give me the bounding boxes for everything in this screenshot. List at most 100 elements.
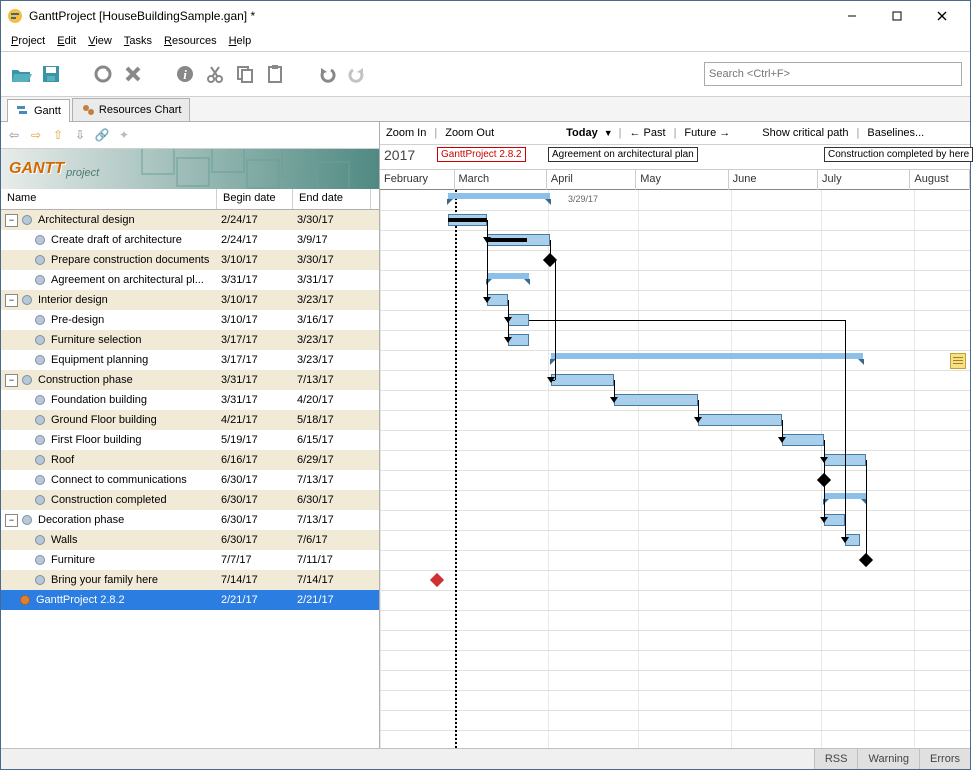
menu-tasks[interactable]: Tasks xyxy=(118,33,158,49)
task-end-date: 3/23/17 xyxy=(293,294,371,306)
task-row[interactable]: Prepare construction documents3/10/173/3… xyxy=(1,250,379,270)
task-bullet-icon xyxy=(35,475,45,485)
task-row[interactable]: Pre-design3/10/173/16/17 xyxy=(1,310,379,330)
task-row[interactable]: Equipment planning3/17/173/23/17 xyxy=(1,350,379,370)
task-row[interactable]: Bring your family here7/14/177/14/17 xyxy=(1,570,379,590)
col-header-end[interactable]: End date xyxy=(293,189,371,209)
task-row[interactable]: Ground Floor building4/21/175/18/17 xyxy=(1,410,379,430)
task-row[interactable]: Walls6/30/177/6/17 xyxy=(1,530,379,550)
tab-gantt[interactable]: Gantt xyxy=(7,99,70,122)
baselines-button[interactable]: Baselines... xyxy=(865,127,926,139)
task-bullet-icon xyxy=(35,255,45,265)
collapse-icon[interactable]: − xyxy=(5,374,18,387)
move-up-icon[interactable]: ⇧ xyxy=(49,126,67,144)
task-row[interactable]: −Decoration phase6/30/177/13/17 xyxy=(1,510,379,530)
task-row[interactable]: Furniture selection3/17/173/23/17 xyxy=(1,330,379,350)
menubar: ProjectEditViewTasksResourcesHelp xyxy=(1,31,970,52)
gantt-summary-bar[interactable] xyxy=(487,273,529,279)
collapse-icon[interactable]: − xyxy=(5,214,18,227)
note-icon[interactable] xyxy=(950,353,966,369)
dropdown-icon[interactable]: ▼ xyxy=(604,128,613,138)
gantt-task-bar[interactable] xyxy=(614,394,698,406)
gantt-body[interactable]: 3/29/17 xyxy=(380,190,970,748)
zoom-in-button[interactable]: Zoom In xyxy=(384,127,428,139)
collapse-icon[interactable]: − xyxy=(5,514,18,527)
task-row[interactable]: Create draft of architecture2/24/173/9/1… xyxy=(1,230,379,250)
move-down-icon[interactable]: ⇩ xyxy=(71,126,89,144)
refresh-button[interactable] xyxy=(91,62,115,86)
copy-button[interactable] xyxy=(233,62,257,86)
month-cell: April xyxy=(547,170,636,190)
task-begin-date: 2/24/17 xyxy=(217,214,293,226)
menu-view[interactable]: View xyxy=(82,33,118,49)
cut-button[interactable] xyxy=(203,62,227,86)
task-name: Connect to communications xyxy=(51,474,187,486)
tab-resources-chart[interactable]: Resources Chart xyxy=(72,98,191,121)
task-bullet-icon xyxy=(35,355,45,365)
gantt-summary-bar[interactable] xyxy=(551,353,863,359)
task-name: Roof xyxy=(51,454,74,466)
paste-button[interactable] xyxy=(263,62,287,86)
col-header-begin[interactable]: Begin date xyxy=(217,189,293,209)
task-end-date: 7/11/17 xyxy=(293,554,371,566)
task-row[interactable]: Construction completed6/30/176/30/17 xyxy=(1,490,379,510)
task-end-date: 3/30/17 xyxy=(293,214,371,226)
gantt-task-bar[interactable] xyxy=(551,374,614,386)
task-row[interactable]: −Interior design3/10/173/23/17 xyxy=(1,290,379,310)
month-cell: March xyxy=(455,170,547,190)
maximize-button[interactable] xyxy=(874,2,919,30)
task-bullet-icon xyxy=(35,335,45,345)
task-row[interactable]: Foundation building3/31/174/20/17 xyxy=(1,390,379,410)
gantt-task-bar[interactable] xyxy=(698,414,782,426)
menu-project[interactable]: Project xyxy=(5,33,51,49)
gantt-task-bar[interactable] xyxy=(782,434,824,446)
undo-button[interactable] xyxy=(315,62,339,86)
nav-forward-icon[interactable]: ⇨ xyxy=(27,126,45,144)
task-name: Construction phase xyxy=(38,374,133,386)
zoom-out-button[interactable]: Zoom Out xyxy=(443,127,496,139)
left-panel: ⇦ ⇨ ⇧ ⇩ 🔗 ✦ GANTTproject Name Begin date… xyxy=(1,122,380,748)
task-row[interactable]: Agreement on architectural pl...3/31/173… xyxy=(1,270,379,290)
col-header-name[interactable]: Name xyxy=(1,189,217,209)
collapse-icon[interactable]: − xyxy=(5,294,18,307)
future-button[interactable]: Future → xyxy=(682,127,732,139)
task-row[interactable]: Roof6/16/176/29/17 xyxy=(1,450,379,470)
status-rss[interactable]: RSS xyxy=(814,749,858,769)
task-row[interactable]: GanttProject 2.8.22/21/172/21/17 xyxy=(1,590,379,610)
today-button[interactable]: Today xyxy=(564,127,600,139)
search-input[interactable] xyxy=(704,62,962,86)
task-row[interactable]: First Floor building5/19/176/15/17 xyxy=(1,430,379,450)
save-button[interactable] xyxy=(39,62,63,86)
open-button[interactable] xyxy=(9,62,33,86)
task-begin-date: 3/31/17 xyxy=(217,374,293,386)
delete-button[interactable] xyxy=(121,62,145,86)
task-name: Furniture xyxy=(51,554,95,566)
status-warning[interactable]: Warning xyxy=(857,749,919,769)
past-button[interactable]: ← Past xyxy=(627,127,667,139)
menu-resources[interactable]: Resources xyxy=(158,33,223,49)
nav-back-icon[interactable]: ⇦ xyxy=(5,126,23,144)
timeline-header: 2017 GanttProject 2.8.2Agreement on arch… xyxy=(380,145,970,190)
info-button[interactable]: i xyxy=(173,62,197,86)
task-bullet-icon xyxy=(35,315,45,325)
close-button[interactable] xyxy=(919,2,964,30)
menu-edit[interactable]: Edit xyxy=(51,33,82,49)
unlink-icon[interactable]: ✦ xyxy=(115,126,133,144)
link-icon[interactable]: 🔗 xyxy=(93,126,111,144)
task-row[interactable]: −Architectural design2/24/173/30/17 xyxy=(1,210,379,230)
app-icon xyxy=(7,8,23,24)
resources-icon xyxy=(81,103,95,117)
status-errors[interactable]: Errors xyxy=(919,749,970,769)
task-row[interactable]: Connect to communications6/30/177/13/17 xyxy=(1,470,379,490)
tab-label: Resources Chart xyxy=(99,104,182,116)
task-end-date: 3/16/17 xyxy=(293,314,371,326)
task-bullet-icon xyxy=(35,575,45,585)
gantt-progress-bar xyxy=(448,218,487,222)
task-row[interactable]: Furniture7/7/177/11/17 xyxy=(1,550,379,570)
gantt-summary-bar[interactable] xyxy=(448,193,550,199)
redo-button[interactable] xyxy=(345,62,369,86)
menu-help[interactable]: Help xyxy=(223,33,258,49)
critical-path-button[interactable]: Show critical path xyxy=(760,127,850,139)
task-row[interactable]: −Construction phase3/31/177/13/17 xyxy=(1,370,379,390)
minimize-button[interactable] xyxy=(829,2,874,30)
